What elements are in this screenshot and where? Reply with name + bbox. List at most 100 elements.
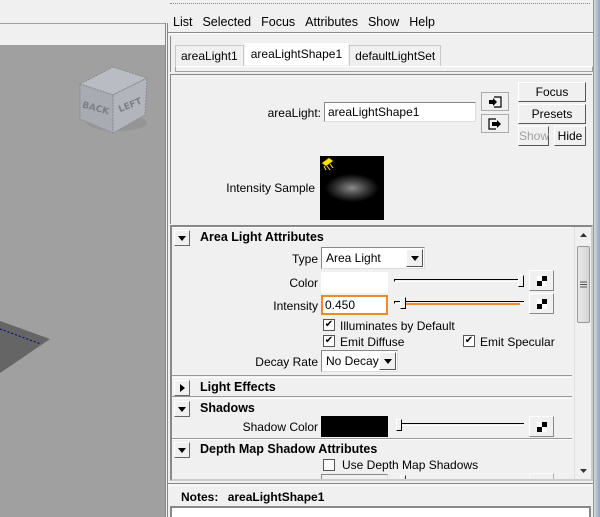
attribute-scroll-area[interactable]: Area Light Attributes Type Area Light Co… [170, 225, 593, 481]
section-depth-map-shadow-attributes[interactable]: Depth Map Shadow Attributes [172, 439, 572, 459]
menu-help[interactable]: Help [404, 12, 440, 32]
emit-specular-label: Emit Specular [480, 335, 555, 349]
expand-button[interactable] [174, 380, 190, 396]
intensity-slider[interactable] [394, 297, 524, 309]
dropdown-arrow[interactable] [379, 352, 396, 370]
intensity-map-button[interactable] [529, 293, 554, 314]
notes-divider[interactable] [168, 483, 593, 486]
decay-rate-label: Decay Rate [255, 355, 318, 369]
color-map-button[interactable] [529, 270, 554, 291]
arrow-out-icon [488, 117, 501, 130]
attribute-scrollbar[interactable] [574, 227, 591, 479]
arrow-into-icon [489, 95, 502, 108]
illuminates-by-default-checkbox[interactable]: ✔ [323, 319, 335, 331]
copy-tab-button[interactable] [481, 114, 509, 133]
menu-show[interactable]: Show [363, 12, 404, 32]
collapse-button[interactable] [174, 442, 190, 458]
color-slider[interactable] [394, 275, 524, 287]
check-icon: ✔ [464, 335, 474, 346]
scroll-down-icon [579, 469, 587, 473]
load-attributes-button[interactable] [481, 92, 509, 111]
color-label: Color [289, 276, 318, 290]
tab-defaultlightset[interactable]: defaultLightSet [349, 45, 442, 66]
emit-diffuse-checkbox[interactable]: ✔ [323, 335, 335, 347]
toolbar-handle[interactable] [170, 3, 590, 8]
slider-track [396, 479, 524, 481]
emit-specular-checkbox[interactable]: ✔ [463, 335, 475, 347]
scroll-down-button[interactable] [575, 463, 591, 479]
node-tabs: areaLight1 areaLightShape1 defaultLightS… [175, 43, 442, 66]
window-edge [593, 0, 600, 517]
scroll-thumb[interactable] [577, 246, 590, 323]
notes-node-name: areaLightShape1 [227, 490, 325, 504]
triangle-right-icon [179, 384, 185, 392]
type-label: Type [291, 252, 318, 266]
checker-map-icon [536, 275, 547, 286]
checker-map-icon [536, 421, 547, 432]
shadow-color-label: Shadow Color [242, 420, 318, 434]
attribute-sections: Area Light Attributes Type Area Light Co… [172, 227, 572, 481]
show-button[interactable]: Show [518, 126, 549, 146]
viewport-panel: BACK LEFT [0, 0, 168, 517]
focus-button[interactable]: Focus [518, 82, 586, 102]
collapse-button[interactable] [174, 401, 190, 417]
grip-icon [580, 281, 587, 288]
tab-arealight1[interactable]: areaLight1 [175, 45, 244, 66]
section-light-effects[interactable]: Light Effects [172, 377, 572, 397]
node-header: areaLight: areaLightShape1 Focus Presets… [170, 74, 592, 224]
checker-map-icon [536, 298, 547, 309]
triangle-down-icon [178, 235, 186, 241]
section-area-light-attributes[interactable]: Area Light Attributes [172, 227, 572, 247]
menu-list[interactable]: List [168, 12, 197, 32]
check-icon: ✔ [324, 335, 334, 346]
section-title: Depth Map Shadow Attributes [200, 442, 378, 456]
presets-button[interactable]: Presets [518, 104, 586, 124]
notes-label: Notes: [181, 490, 219, 504]
use-depth-map-shadows-label: Use Depth Map Shadows [342, 458, 479, 472]
slider-highlight [400, 303, 520, 305]
dropdown-arrow[interactable] [406, 249, 423, 267]
type-dropdown[interactable]: Area Light [321, 247, 425, 269]
checker-map-icon [536, 478, 547, 479]
resolution-map-button[interactable] [529, 473, 554, 479]
menu-focus[interactable]: Focus [256, 12, 300, 32]
resolution-slider[interactable] [396, 475, 524, 481]
shadow-color-map-button[interactable] [529, 416, 554, 437]
3d-viewport[interactable]: BACK LEFT [0, 45, 165, 517]
illuminates-by-default-label: Illuminates by Default [340, 319, 455, 333]
use-depth-map-shadows-checkbox[interactable] [323, 459, 335, 471]
area-light-icon [321, 157, 334, 171]
slider-thumb[interactable] [518, 275, 524, 287]
notes-textarea[interactable] [170, 506, 591, 517]
check-icon: ✔ [324, 319, 334, 330]
attribute-editor: List Selected Focus Attributes Show Help… [168, 0, 600, 517]
type-value: Area Light [326, 251, 381, 265]
viewport-toolbar [0, 23, 166, 45]
shadow-color-slider[interactable] [396, 419, 524, 431]
slider-thumb[interactable] [400, 297, 406, 309]
menu-selected[interactable]: Selected [197, 12, 256, 32]
shadow-color-swatch[interactable] [321, 416, 388, 437]
menu-attributes[interactable]: Attributes [300, 12, 363, 32]
node-type-label: areaLight: [267, 106, 321, 120]
collapse-button[interactable] [174, 230, 190, 246]
hide-button[interactable]: Hide [554, 126, 586, 146]
notes-header: Notes: areaLightShape1 [181, 490, 324, 504]
section-shadows[interactable]: Shadows [172, 398, 572, 418]
area-light-plane[interactable] [0, 321, 50, 373]
viewport-scene: BACK LEFT [0, 66, 149, 373]
color-swatch[interactable] [321, 272, 388, 293]
emit-diffuse-label: Emit Diffuse [340, 335, 405, 349]
node-name-input[interactable]: areaLightShape1 [324, 102, 476, 122]
scroll-up-icon [579, 233, 587, 237]
slider-thumb[interactable] [396, 419, 402, 431]
tab-arealightshape1[interactable]: areaLightShape1 [244, 43, 349, 65]
node-tabs-area: areaLight1 areaLightShape1 defaultLightS… [170, 36, 593, 72]
intensity-input[interactable]: 0.450 [321, 295, 388, 315]
triangle-down-icon [178, 406, 186, 412]
chevron-down-icon [383, 358, 392, 364]
slider-thumb[interactable] [400, 475, 406, 479]
resolution-input[interactable]: 512 [321, 474, 388, 479]
scroll-up-button[interactable] [575, 227, 591, 243]
decay-rate-dropdown[interactable]: No Decay [321, 350, 398, 372]
